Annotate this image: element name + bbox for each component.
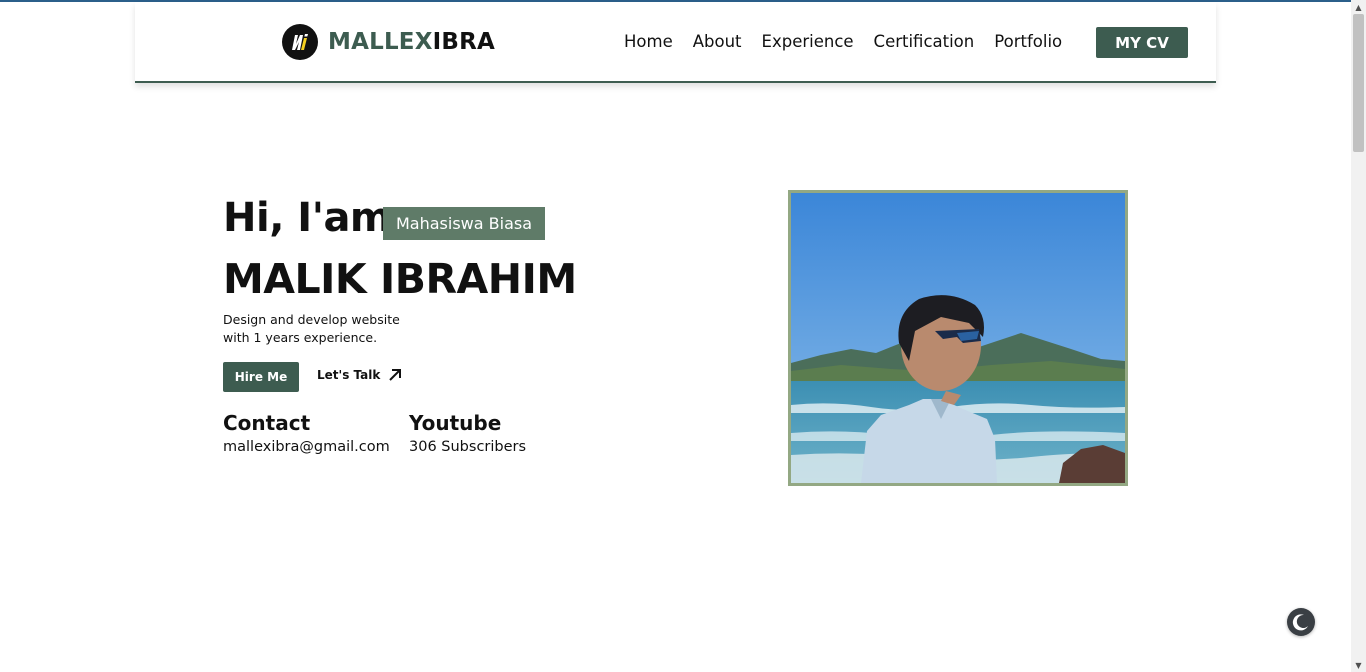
dark-mode-toggle[interactable] — [1287, 608, 1315, 636]
page: MALLEXIBRA Home About Experience Certifi… — [0, 0, 1366, 672]
moon-icon — [1292, 614, 1308, 631]
logo-text-part2: IBRA — [432, 29, 496, 55]
scroll-down-icon[interactable]: ▼ — [1351, 658, 1366, 672]
logo-icon — [282, 24, 318, 60]
role-badge: Mahasiswa Biasa — [383, 207, 546, 240]
nav-certification[interactable]: Certification — [874, 32, 975, 51]
hero-description: Design and develop website with 1 years … — [223, 311, 423, 347]
my-cv-button[interactable]: MY CV — [1096, 27, 1188, 58]
logo-text-part1: MALLEX — [328, 29, 433, 55]
arrow-up-right-icon — [389, 369, 402, 381]
youtube-subscribers: 306 Subscribers — [409, 439, 527, 455]
logo[interactable]: MALLEXIBRA — [282, 24, 495, 60]
nav-about[interactable]: About — [693, 32, 742, 51]
lets-talk-link[interactable]: Let's Talk — [317, 368, 402, 382]
hire-me-button[interactable]: Hire Me — [223, 362, 299, 392]
contact-block: Contact mallexibra@gmail.com — [223, 411, 390, 455]
scrollbar-thumb[interactable] — [1353, 14, 1364, 152]
navbar: MALLEXIBRA Home About Experience Certifi… — [135, 2, 1216, 83]
youtube-block: Youtube 306 Subscribers — [409, 411, 526, 455]
scroll-up-icon[interactable]: ▲ — [1351, 0, 1366, 14]
hero-description-line2: with 1 years experience. — [223, 330, 378, 345]
youtube-title: Youtube — [409, 411, 502, 435]
nav-links: Home About Experience Certification Port… — [624, 32, 1082, 51]
hero-name: MALIK IBRAHIM — [223, 255, 577, 303]
lets-talk-label: Let's Talk — [317, 368, 381, 382]
nav-home[interactable]: Home — [624, 32, 673, 51]
nav-experience[interactable]: Experience — [762, 32, 854, 51]
profile-photo — [788, 190, 1128, 486]
profile-photo-image — [791, 193, 1125, 483]
contact-title: Contact — [223, 411, 311, 435]
hero-description-line1: Design and develop website — [223, 312, 400, 327]
logo-text: MALLEXIBRA — [328, 29, 495, 55]
contact-email[interactable]: mallexibra@gmail.com — [223, 439, 390, 455]
hero-greeting: Hi, I'am — [223, 195, 392, 241]
nav-portfolio[interactable]: Portfolio — [994, 32, 1062, 51]
